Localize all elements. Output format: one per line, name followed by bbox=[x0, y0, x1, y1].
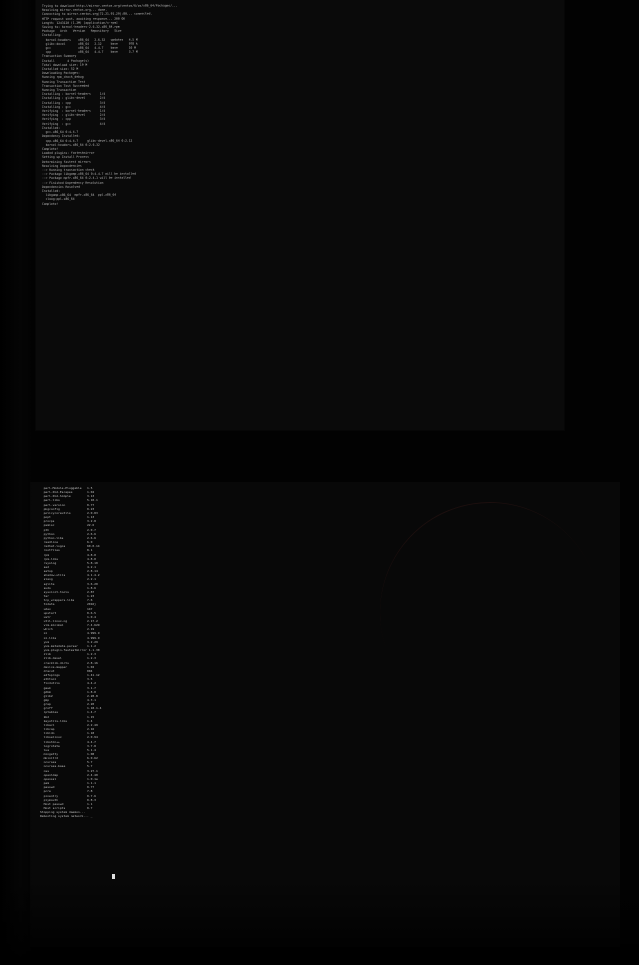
shadow-left-top bbox=[0, 0, 34, 482]
terminal-output-top: Trying to download http://mirror.centos.… bbox=[42, 2, 562, 399]
bottom-darkness bbox=[0, 879, 639, 965]
terminal-top-line: Complete! bbox=[42, 201, 59, 206]
terminal-output-bottom: perl-Module-Pluggable 1.5 perl-Pod-Escap… bbox=[40, 486, 220, 881]
terminal-bottom-line: Rebooting system network... _ bbox=[40, 814, 93, 819]
